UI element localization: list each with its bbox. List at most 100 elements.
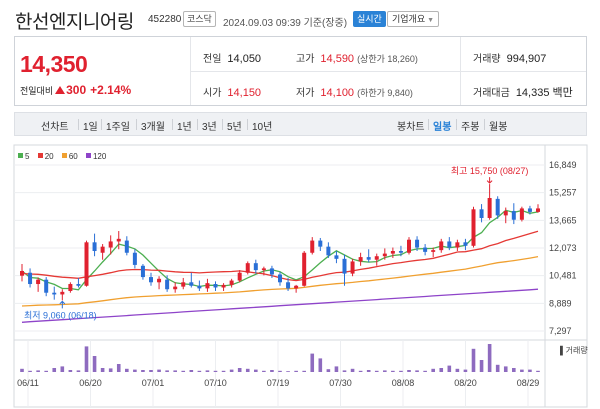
candle bbox=[374, 253, 379, 266]
candle-body bbox=[116, 238, 121, 242]
candle bbox=[181, 277, 186, 290]
candle-body bbox=[229, 280, 234, 285]
volume-bar bbox=[221, 370, 226, 372]
candle bbox=[60, 289, 65, 301]
candle-body bbox=[84, 242, 89, 286]
volume-bar bbox=[528, 369, 532, 372]
candle-body bbox=[181, 282, 186, 287]
volume-bar bbox=[383, 370, 387, 372]
volume-bar bbox=[471, 348, 476, 372]
candle-body bbox=[68, 284, 73, 291]
x-tick-label: 08/08 bbox=[392, 378, 415, 388]
volume-bar bbox=[407, 370, 411, 372]
candle-body bbox=[503, 211, 508, 216]
candle bbox=[423, 244, 428, 256]
candle-body bbox=[205, 283, 210, 289]
candle-body bbox=[326, 246, 331, 256]
candle-body bbox=[511, 211, 516, 220]
candle-body bbox=[140, 265, 145, 278]
candle-body bbox=[261, 268, 266, 271]
volume-bar bbox=[374, 370, 379, 372]
candle bbox=[318, 237, 323, 252]
volume-bar bbox=[262, 370, 266, 372]
candle-body bbox=[213, 284, 218, 288]
volume-bar bbox=[68, 370, 73, 372]
volume-bar bbox=[495, 364, 500, 372]
volume-bar bbox=[278, 370, 282, 372]
candle-body bbox=[302, 252, 307, 286]
volume-bar bbox=[36, 370, 40, 372]
candle-body bbox=[463, 242, 468, 246]
candle-body bbox=[455, 242, 460, 248]
candle-body bbox=[407, 239, 411, 253]
volume-label: ▌거래량 bbox=[560, 345, 588, 356]
candlestick-chart[interactable]: 16,849 15,257 13,665 12,073 10,481 8,889 7,297… bbox=[0, 0, 600, 409]
candle-body bbox=[382, 253, 387, 257]
volume-bar bbox=[237, 368, 242, 372]
volume-bar bbox=[100, 368, 105, 372]
candle bbox=[350, 258, 355, 277]
volume-bar bbox=[28, 370, 32, 372]
volume-bar bbox=[431, 368, 435, 372]
y-tick-label: 12,073 bbox=[549, 243, 577, 253]
y-tick-label: 10,481 bbox=[549, 271, 577, 281]
volume-bar bbox=[463, 369, 468, 372]
candle bbox=[149, 272, 153, 286]
candle bbox=[358, 252, 363, 266]
candle bbox=[407, 237, 411, 255]
volume-bar bbox=[439, 368, 444, 372]
volume-bar bbox=[342, 370, 347, 372]
candle-body bbox=[439, 241, 444, 251]
candle-body bbox=[519, 208, 524, 220]
candle-body bbox=[390, 251, 395, 254]
candle-body bbox=[60, 291, 65, 295]
candle-body bbox=[20, 270, 24, 276]
volume-bar bbox=[302, 370, 306, 372]
candle bbox=[503, 207, 508, 224]
x-tick-label: 08/20 bbox=[454, 378, 477, 388]
x-tick-label: 07/01 bbox=[142, 378, 165, 388]
volume-bar bbox=[318, 358, 323, 372]
candle-body bbox=[374, 256, 379, 260]
x-tick-label: 07/30 bbox=[329, 378, 352, 388]
volume-bar bbox=[270, 370, 274, 372]
y-tick-label: 15,257 bbox=[549, 188, 577, 198]
candle bbox=[471, 206, 476, 248]
candle bbox=[84, 240, 89, 287]
candle-body bbox=[36, 279, 41, 285]
volume-bar bbox=[455, 368, 460, 372]
high-annotation: 최고 15,750 (08/27) bbox=[451, 166, 529, 176]
candle-body bbox=[221, 284, 226, 288]
volume-bar bbox=[20, 368, 24, 372]
volume-bar bbox=[536, 370, 540, 372]
volume-bar bbox=[173, 370, 177, 372]
volume-bar bbox=[52, 368, 57, 372]
volume-bar bbox=[520, 369, 524, 372]
candle bbox=[44, 277, 49, 297]
volume-bar bbox=[310, 353, 315, 372]
candle-body bbox=[108, 241, 113, 248]
candle-body bbox=[479, 209, 484, 218]
candle bbox=[140, 264, 145, 280]
candle-body bbox=[76, 284, 81, 286]
volume-bar bbox=[60, 366, 65, 372]
candle-body bbox=[398, 251, 403, 253]
candle bbox=[479, 204, 484, 223]
ma120-line bbox=[21, 288, 539, 323]
down-arrow-icon bbox=[486, 177, 493, 184]
candle bbox=[20, 264, 24, 282]
candle bbox=[157, 276, 162, 290]
x-tick-label: 06/11 bbox=[17, 378, 39, 388]
volume-bar bbox=[149, 370, 153, 372]
candle bbox=[536, 204, 540, 213]
y-tick-label: 16,849 bbox=[549, 160, 577, 170]
volume-bar bbox=[447, 365, 452, 372]
candle-body bbox=[310, 240, 315, 253]
candle bbox=[100, 244, 105, 260]
volume-bar bbox=[366, 370, 371, 372]
candle bbox=[173, 282, 178, 293]
candle-body bbox=[189, 282, 194, 286]
candle bbox=[189, 272, 194, 288]
x-tick-label: 08/29 bbox=[517, 378, 540, 388]
candle-body bbox=[132, 252, 137, 265]
